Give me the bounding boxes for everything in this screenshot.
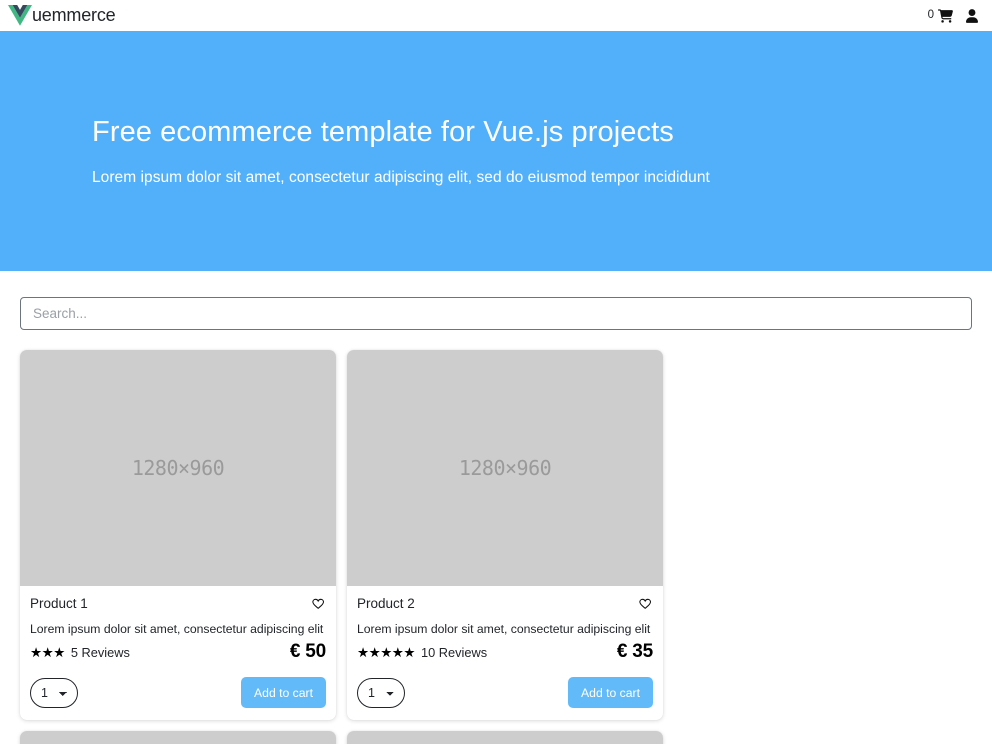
product-grid: 1280×960 Product 1 Lorem ipsum dolor sit… bbox=[20, 350, 972, 744]
product-image: 1280×960 bbox=[20, 731, 336, 744]
user-account-icon bbox=[966, 8, 978, 23]
product-actions: 12345 Add to cart bbox=[30, 677, 326, 708]
add-to-cart-button[interactable]: Add to cart bbox=[568, 677, 653, 708]
product-meta-row: ★★★★★ 10 Reviews € 35 bbox=[357, 641, 653, 663]
product-card-2[interactable]: 1280×960 Product 2 Lorem ipsum dolor sit… bbox=[347, 350, 663, 720]
review-count: 5 Reviews bbox=[70, 645, 130, 660]
cart-count: 0 bbox=[927, 8, 934, 21]
product-card-4[interactable]: 1280×960 Product 4 Lorem ipsum dolor sit… bbox=[347, 731, 663, 744]
heart-outline-icon bbox=[638, 598, 653, 614]
hero-title: Free ecommerce template for Vue.js proje… bbox=[92, 116, 674, 149]
product-description: Lorem ipsum dolor sit amet, consectetur … bbox=[30, 622, 324, 636]
product-title-row: Product 1 bbox=[30, 596, 326, 611]
product-image: 1280×960 bbox=[347, 350, 663, 586]
cart-link[interactable]: 0 bbox=[927, 8, 953, 23]
product-rating: ★★★ 5 Reviews bbox=[30, 645, 130, 660]
product-actions: 12345 Add to cart bbox=[357, 677, 653, 708]
product-image: 1280×960 bbox=[20, 350, 336, 586]
main-content: 1280×960 Product 1 Lorem ipsum dolor sit… bbox=[0, 271, 992, 744]
search-input[interactable] bbox=[20, 297, 972, 330]
product-card-3[interactable]: 1280×960 Product 3 Lorem ipsum dolor sit… bbox=[20, 731, 336, 744]
user-account-link[interactable] bbox=[966, 8, 978, 23]
product-title-row: Product 2 bbox=[357, 596, 653, 611]
star-rating-icons: ★★★ bbox=[30, 645, 65, 660]
product-image: 1280×960 bbox=[347, 731, 663, 744]
heart-outline-icon bbox=[311, 598, 326, 614]
hero-subtitle: Lorem ipsum dolor sit amet, consectetur … bbox=[92, 168, 710, 186]
product-rating: ★★★★★ 10 Reviews bbox=[357, 645, 487, 660]
product-price: € 35 bbox=[616, 641, 653, 662]
quantity-select[interactable]: 12345 bbox=[30, 677, 78, 708]
favorite-button[interactable] bbox=[311, 597, 326, 611]
brand-name: uemmerce bbox=[32, 5, 116, 25]
top-navbar: uemmerce 0 bbox=[0, 0, 992, 31]
product-card-body: Product 1 Lorem ipsum dolor sit amet, co… bbox=[20, 586, 336, 720]
product-price: € 50 bbox=[289, 641, 326, 662]
product-image-label: 1280×960 bbox=[131, 456, 225, 480]
quantity-select[interactable]: 12345 bbox=[357, 677, 405, 708]
star-rating-icons: ★★★★★ bbox=[357, 645, 416, 660]
product-title: Product 2 bbox=[357, 596, 415, 611]
add-to-cart-button[interactable]: Add to cart bbox=[241, 677, 326, 708]
product-title: Product 1 bbox=[30, 596, 88, 611]
favorite-button[interactable] bbox=[638, 597, 653, 611]
product-description: Lorem ipsum dolor sit amet, consectetur … bbox=[357, 622, 651, 636]
hero-banner: Free ecommerce template for Vue.js proje… bbox=[0, 31, 992, 271]
vue-logo-icon bbox=[8, 5, 32, 26]
review-count: 10 Reviews bbox=[421, 645, 488, 660]
product-card-1[interactable]: 1280×960 Product 1 Lorem ipsum dolor sit… bbox=[20, 350, 336, 720]
shopping-cart-icon bbox=[938, 8, 953, 23]
navbar-actions: 0 bbox=[927, 8, 978, 23]
brand-logo-link[interactable]: uemmerce bbox=[8, 5, 116, 26]
product-image-label: 1280×960 bbox=[458, 456, 552, 480]
product-card-body: Product 2 Lorem ipsum dolor sit amet, co… bbox=[347, 586, 663, 720]
product-meta-row: ★★★ 5 Reviews € 50 bbox=[30, 641, 326, 663]
